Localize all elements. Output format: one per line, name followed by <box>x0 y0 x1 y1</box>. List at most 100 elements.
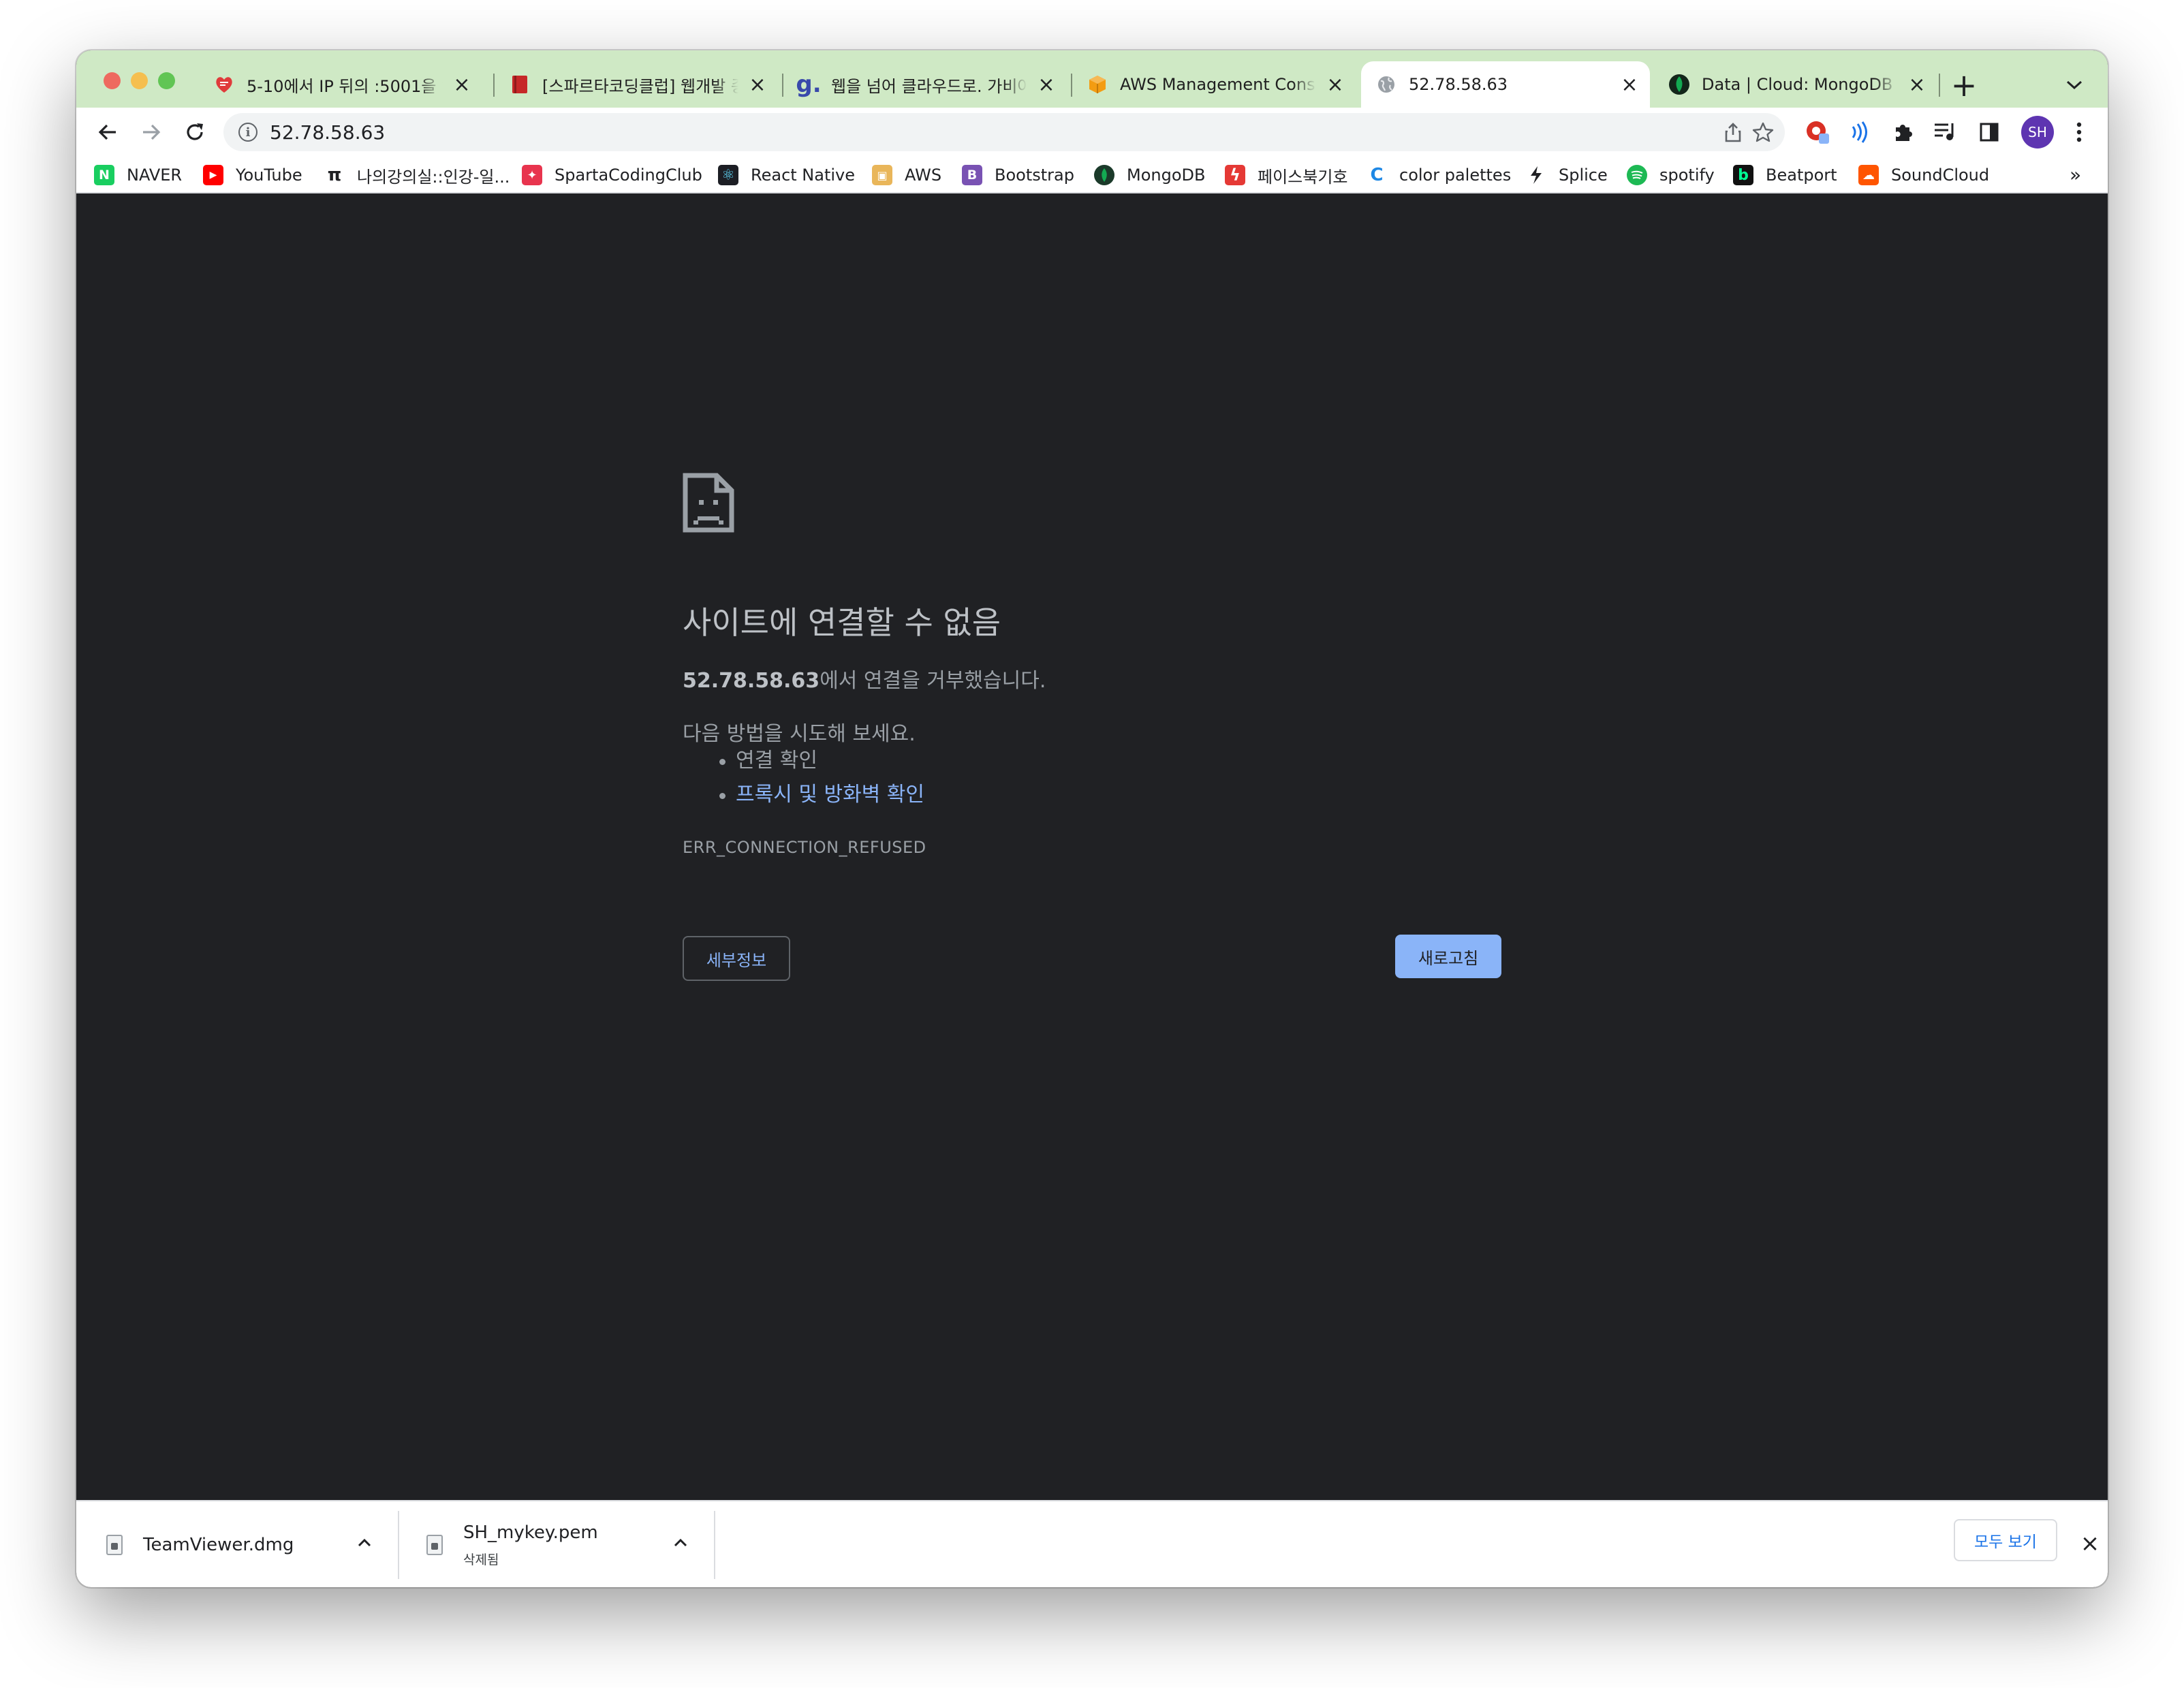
chevron-up-icon[interactable] <box>354 1533 375 1553</box>
bookmark-aws[interactable]: ▣ AWS <box>872 162 941 188</box>
tab-5[interactable]: Data | Cloud: MongoDB Cloud × <box>1654 61 1937 108</box>
bookmark-facebook-symbols[interactable]: ϟ 페이스북기호 <box>1225 162 1347 188</box>
bookmark-star-icon[interactable] <box>1751 120 1775 144</box>
tab-2[interactable]: g. 웹을 넘어 클라우드로. 가비아 × <box>783 61 1067 108</box>
error-message-suffix: 에서 연결을 거부했습니다. <box>820 669 1046 693</box>
download-filename: TeamViewer.dmg <box>143 1535 294 1555</box>
show-all-downloads-button[interactable]: 모두 보기 <box>1954 1519 2057 1561</box>
lecture-icon: π <box>327 165 342 185</box>
bookmark-label: SoundCloud <box>1891 166 1990 185</box>
side-panel-icon[interactable] <box>1971 114 2007 150</box>
profile-avatar[interactable]: SH <box>2021 116 2054 149</box>
bookmark-label: Bootstrap <box>995 166 1074 185</box>
tab-title: [스파르타코딩클럽] 웹개발 종합반 <box>542 76 738 96</box>
extension-red-icon[interactable] <box>1800 114 1835 150</box>
soundcloud-icon: ☁ <box>1858 165 1879 185</box>
bookmark-spotify[interactable]: spotify <box>1627 162 1715 188</box>
bookmark-bootstrap[interactable]: B Bootstrap <box>962 162 1074 188</box>
close-window-button[interactable] <box>104 72 121 89</box>
extension-audio-icon[interactable] <box>1842 114 1877 150</box>
close-tab-icon[interactable]: × <box>1905 72 1929 97</box>
error-message: 52.78.58.63에서 연결을 거부했습니다. <box>683 663 1046 693</box>
close-tab-icon[interactable]: × <box>450 72 474 97</box>
bookmark-lecture-room[interactable]: π 나의강의실::인강-일... <box>324 162 510 188</box>
address-url[interactable]: 52.78.58.63 <box>270 121 385 144</box>
bookmark-youtube[interactable]: ▶ YouTube <box>203 162 302 188</box>
tab-separator <box>1939 74 1940 97</box>
address-bar[interactable]: i 52.78.58.63 <box>223 113 1785 151</box>
browser-window: 5-10에서 IP 뒤의 :5001을 없애 × [스파르타코딩클럽] 웹개발 … <box>76 50 2108 1587</box>
close-tab-icon[interactable]: × <box>1323 72 1347 97</box>
bookmark-label: NAVER <box>127 166 183 185</box>
share-icon[interactable] <box>1721 120 1745 144</box>
tab-title: 웹을 넘어 클라우드로. 가비아 <box>831 76 1027 96</box>
reload-icon[interactable] <box>177 114 213 150</box>
mongodb-leaf-icon <box>1669 74 1689 95</box>
tab-strip: 5-10에서 IP 뒤의 :5001을 없애 × [스파르타코딩클럽] 웹개발 … <box>76 50 2108 108</box>
bookmark-label: 나의강의실::인강-일... <box>357 167 510 187</box>
bookmark-mongodb[interactable]: MongoDB <box>1094 162 1205 188</box>
bookmark-label: Beatport <box>1766 166 1837 185</box>
close-icon[interactable]: × <box>2075 1529 2105 1559</box>
bookmark-splice[interactable]: Splice <box>1526 162 1608 188</box>
error-host: 52.78.58.63 <box>683 669 820 693</box>
media-control-icon[interactable] <box>1928 114 1963 150</box>
bookmarks-bar: N NAVER ▶ YouTube π 나의강의실::인강-일... ✦ Spa… <box>76 157 2108 193</box>
tab-1[interactable]: [스파르타코딩클럽] 웹개발 종합반 × <box>495 61 778 108</box>
tab-3[interactable]: AWS Management Console × <box>1072 61 1356 108</box>
aws-box-icon: ▣ <box>872 165 892 185</box>
tab-0[interactable]: 5-10에서 IP 뒤의 :5001을 없애 × <box>199 61 482 108</box>
bookmark-label: YouTube <box>236 166 302 185</box>
file-icon <box>426 1535 443 1555</box>
bookmark-label: SpartaCodingClub <box>555 166 702 185</box>
react-icon: ⚛ <box>718 165 738 185</box>
download-separator <box>398 1511 399 1579</box>
bookmark-react-native[interactable]: ⚛ React Native <box>718 162 855 188</box>
suggestion-check-connection: 연결 확인 <box>683 744 924 778</box>
suggestion-list: 연결 확인 프록시 및 방화벽 확인 <box>683 744 924 812</box>
beatport-icon: b <box>1733 165 1753 185</box>
close-tab-icon[interactable]: × <box>1034 72 1059 97</box>
details-button[interactable]: 세부정보 <box>683 936 790 981</box>
bookmark-label: spotify <box>1659 166 1715 185</box>
site-info-icon[interactable]: i <box>238 123 258 142</box>
chevron-up-icon[interactable] <box>670 1533 691 1553</box>
download-item-teamviewer[interactable]: TeamViewer.dmg <box>106 1501 392 1587</box>
reload-button[interactable]: 새로고침 <box>1395 935 1501 978</box>
sparta-icon: ✦ <box>522 165 542 185</box>
forward-button[interactable] <box>134 114 169 150</box>
extensions-puzzle-icon[interactable] <box>1886 114 1921 150</box>
gabia-g-icon: g. <box>796 71 822 98</box>
bootstrap-icon: B <box>962 165 982 185</box>
bookmark-soundcloud[interactable]: ☁ SoundCloud <box>1858 162 1989 188</box>
try-suggestions-label: 다음 방법을 시도해 보세요. <box>683 722 916 746</box>
minimize-window-button[interactable] <box>131 72 148 89</box>
new-tab-button[interactable]: + <box>1947 67 1981 104</box>
youtube-icon: ▶ <box>203 165 223 185</box>
bookmarks-overflow-button[interactable]: » <box>2070 163 2081 186</box>
bookmark-naver[interactable]: N NAVER <box>94 162 182 188</box>
bookmark-beatport[interactable]: b Beatport <box>1733 162 1837 188</box>
error-page: 사이트에 연결할 수 없음 52.78.58.63에서 연결을 거부했습니다. … <box>76 193 2108 1500</box>
bookmark-label: AWS <box>905 166 942 185</box>
bookmark-label: Splice <box>1559 166 1608 185</box>
download-filename: SH_mykey.pem <box>463 1522 598 1543</box>
close-tab-icon[interactable]: × <box>745 72 770 97</box>
sad-page-icon <box>683 473 734 535</box>
maximize-window-button[interactable] <box>158 72 175 89</box>
book-icon <box>510 74 530 95</box>
more-menu-icon[interactable] <box>2061 114 2097 150</box>
suggestion-check-proxy-firewall-link[interactable]: 프록시 및 방화벽 확인 <box>683 778 924 812</box>
bookmark-spartacodingclub[interactable]: ✦ SpartaCodingClub <box>522 162 702 188</box>
tab-4-active[interactable]: 52.78.58.63 × <box>1361 61 1650 108</box>
error-title: 사이트에 연결할 수 없음 <box>683 604 1001 641</box>
bookmark-label: MongoDB <box>1127 166 1206 185</box>
tab-title: 5-10에서 IP 뒤의 :5001을 없애 <box>247 76 443 96</box>
bookmark-color-palettes[interactable]: C color palettes <box>1367 162 1511 188</box>
download-item-sh-mykey[interactable]: SH_mykey.pem 삭제됨 <box>426 1501 713 1587</box>
back-button[interactable] <box>90 114 125 150</box>
tab-title: Data | Cloud: MongoDB Cloud <box>1702 75 1898 94</box>
tab-search-chevron-icon[interactable] <box>2059 69 2090 101</box>
close-tab-icon[interactable]: × <box>1617 72 1642 97</box>
naver-icon: N <box>94 165 114 185</box>
